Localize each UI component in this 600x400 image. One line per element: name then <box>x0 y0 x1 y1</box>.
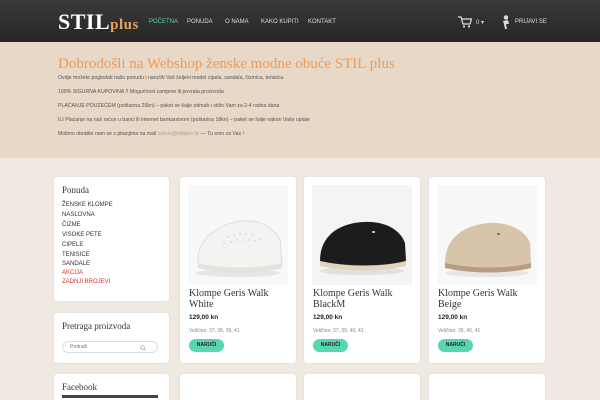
welcome-title: Dobrodošli na Webshop ženske modne obuće… <box>58 56 395 72</box>
facebook-widget[interactable] <box>62 395 158 398</box>
nav-o-nama[interactable]: O NAMA <box>225 19 249 25</box>
clog-image-black <box>320 221 406 275</box>
top-bar: STILplus POČETNA PONUDA O NAMA KAKO KUPI… <box>0 0 600 42</box>
product-sizes: Veličine: 39, 40, 41 <box>438 328 481 334</box>
nav-ponuda[interactable]: PONUDA <box>187 19 213 25</box>
email-link[interactable]: admin@stilplus.hr <box>158 131 199 137</box>
nav-kako-kupiti[interactable]: KAKO KUPITI <box>261 19 299 25</box>
search-title: Pretraga proizvoda <box>62 321 131 331</box>
clog-image-beige <box>445 222 531 277</box>
category-link[interactable]: VISOKE PETE <box>62 232 102 238</box>
product-image[interactable] <box>437 185 537 285</box>
category-link[interactable]: CIPELE <box>62 242 83 248</box>
product-card[interactable]: Klompe Geris Walk BlackM 129,00 kn Velič… <box>304 177 420 363</box>
welcome-line: Molimo obratite nam se s pitanjima na ma… <box>58 131 244 137</box>
search-icon[interactable] <box>140 345 146 351</box>
product-name[interactable]: Klompe Geris Walk Beige <box>438 288 538 310</box>
product-sizes: Veličine: 37, 39, 40, 41 <box>313 328 364 334</box>
product-image[interactable] <box>312 185 412 285</box>
product-price: 129,00 kn <box>189 314 219 321</box>
welcome-line: Ovdje možete pogledati našu ponudu i nar… <box>58 75 285 81</box>
product-image[interactable] <box>188 185 288 285</box>
category-link[interactable]: ŽENSKE KLOMPE <box>62 202 113 208</box>
order-button[interactable]: NARUČI <box>313 339 348 352</box>
welcome-section: Dobrodošli na Webshop ženske modne obuće… <box>0 42 600 158</box>
product-name[interactable]: Klompe Geris Walk BlackM <box>313 288 413 310</box>
facebook-panel: Facebook <box>54 374 169 400</box>
nav-home[interactable]: POČETNA <box>149 19 178 25</box>
product-name[interactable]: Klompe Geris Walk White <box>189 288 289 310</box>
search-panel: Pretraga proizvoda <box>54 313 169 363</box>
welcome-line: 100% SIGURNA KUPOVINA !! Mogućnost zamje… <box>58 89 224 95</box>
category-link[interactable]: NASLOVNA <box>62 212 95 218</box>
cart-icon[interactable] <box>458 16 472 28</box>
categories-panel: Ponuda ŽENSKE KLOMPE NASLOVNA ČIZME VISO… <box>54 177 169 301</box>
cart-count[interactable]: 0 ▾ <box>476 19 484 26</box>
facebook-title: Facebook <box>62 382 97 392</box>
category-link-sale[interactable]: AKCIJA <box>62 270 83 276</box>
welcome-line: ILI Plaćanje na naš račun u banci ili in… <box>58 117 310 123</box>
product-sizes: Veličine: 37, 38, 39, 41 <box>189 328 240 334</box>
product-card[interactable]: Klompe Geris Walk White 129,00 kn Veliči… <box>180 177 296 363</box>
welcome-line: PLAĆANJE POUZEĆEM (poštarina 29kn) – pak… <box>58 103 280 109</box>
user-icon[interactable] <box>501 15 511 29</box>
category-link-last-sizes[interactable]: ZADNJI BROJEVI <box>62 279 110 285</box>
category-link[interactable]: TENISICE <box>62 252 90 258</box>
categories-title: Ponuda <box>62 185 89 195</box>
order-button[interactable]: NARUČI <box>438 339 473 352</box>
clog-image-white <box>196 220 283 277</box>
category-link[interactable]: ČIZME <box>62 222 81 228</box>
product-card[interactable] <box>304 374 420 400</box>
logo[interactable]: STILplus <box>58 9 139 35</box>
product-price: 129,00 kn <box>313 314 343 321</box>
category-link[interactable]: SANDALE <box>62 261 90 267</box>
product-price: 129,00 kn <box>438 314 468 321</box>
product-card[interactable] <box>429 374 545 400</box>
order-button[interactable]: NARUČI <box>189 339 224 352</box>
login-link[interactable]: PRIJAVI SE <box>515 19 547 25</box>
product-card[interactable]: Klompe Geris Walk Beige 129,00 kn Veliči… <box>429 177 545 363</box>
product-card[interactable] <box>180 374 296 400</box>
nav-kontakt[interactable]: KONTAKT <box>308 19 336 25</box>
